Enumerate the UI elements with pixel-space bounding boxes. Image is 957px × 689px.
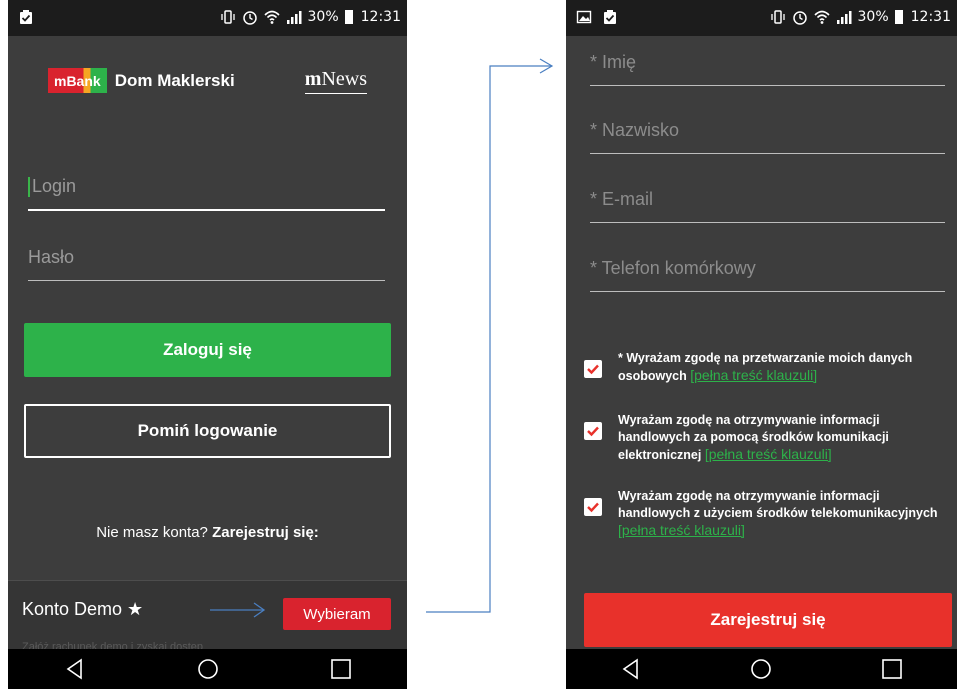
vibrate-icon [220,10,235,24]
battery-percent: 30% [307,9,339,25]
consent-item: Wyrażam zgodę na otrzymywanie informacji… [584,412,944,464]
alarm-icon [242,11,257,25]
recents-icon[interactable] [880,657,904,681]
status-bar: 30% 12:31 [8,0,407,36]
checkmark-icon [587,502,599,513]
registration-screen: 30% 12:31 * Imię * Nazwisko * E-mail * T… [566,0,957,689]
login-screen: 30% 12:31 mBank Dom Maklerski mNews Logi… [8,0,407,689]
last-name-field[interactable]: * Nazwisko [590,120,945,154]
home-icon[interactable] [196,657,220,681]
register-button[interactable]: Zarejestruj się [584,593,952,647]
status-bar: 30% 12:31 [566,0,957,36]
demo-account-title: Konto Demo ★ [22,599,144,619]
email-field[interactable]: * E-mail [590,189,945,223]
consent-text: Wyrażam zgodę na otrzymywanie informacji… [618,489,938,520]
clause-link[interactable]: [pełna treść klauzuli] [705,446,832,462]
wifi-icon [813,10,830,24]
mbank-logo: mBank [48,68,107,93]
consent-checkbox[interactable] [584,360,602,378]
skip-login-button[interactable]: Pomiń logowanie [24,404,391,458]
home-icon[interactable] [749,657,773,681]
last-name-placeholder: * Nazwisko [590,120,680,140]
consent-item: Wyrażam zgodę na otrzymywanie informacji… [584,488,944,540]
password-field[interactable]: Hasło [28,247,385,281]
first-name-field[interactable]: * Imię [590,52,945,86]
mnews-prefix: m [304,68,322,90]
battery-icon [894,10,903,24]
text-caret [28,177,30,198]
clipboard-check-icon [20,10,32,24]
choose-demo-button[interactable]: Wybieram [283,598,391,630]
back-icon[interactable] [63,657,87,681]
mnews-logo[interactable]: mNews [304,68,367,94]
consent-checkbox[interactable] [584,422,602,440]
clause-link[interactable]: [pełna treść klauzuli] [618,522,745,538]
demo-account-bar: Konto Demo ★ Wybieram Załóż rachunek dem… [8,580,407,653]
mnews-suffix: News [321,68,367,90]
signal-icon [286,11,302,24]
login-field[interactable]: Login [28,176,385,212]
arrow-right-icon [210,602,266,618]
battery-icon [344,10,353,24]
clipboard-check-icon [604,10,616,24]
register-link[interactable]: Zarejestruj się: [212,524,319,541]
consent-item: * Wyrażam zgodę na przetwarzanie moich d… [584,350,944,385]
password-placeholder: Hasło [28,247,75,267]
navigation-bar [566,649,957,689]
consent-checkbox[interactable] [584,498,602,516]
no-account-text: Nie masz konta? [96,524,208,541]
checkmark-icon [587,364,599,375]
vibrate-icon [770,10,785,24]
back-icon[interactable] [619,657,643,681]
alarm-icon [792,11,807,25]
image-icon [576,10,592,24]
clock: 12:31 [910,9,951,25]
register-prompt: Nie masz konta? Zarejestruj się: [8,524,407,541]
phone-placeholder: * Telefon komórkowy [590,258,756,278]
login-placeholder: Login [32,176,77,196]
clock: 12:31 [360,9,401,25]
brand-subtitle: Dom Maklerski [114,70,235,90]
recents-icon[interactable] [329,657,353,681]
first-name-placeholder: * Imię [590,52,637,72]
checkmark-icon [587,426,599,437]
signal-icon [836,11,852,24]
navigation-bar [8,649,407,689]
clause-link[interactable]: [pełna treść klauzuli] [690,367,817,383]
phone-field[interactable]: * Telefon komórkowy [590,258,945,292]
battery-percent: 30% [857,9,889,25]
brand-row: mBank Dom Maklerski [48,68,235,93]
wifi-icon [263,10,280,24]
login-button[interactable]: Zaloguj się [24,323,391,377]
email-placeholder: * E-mail [590,189,654,209]
